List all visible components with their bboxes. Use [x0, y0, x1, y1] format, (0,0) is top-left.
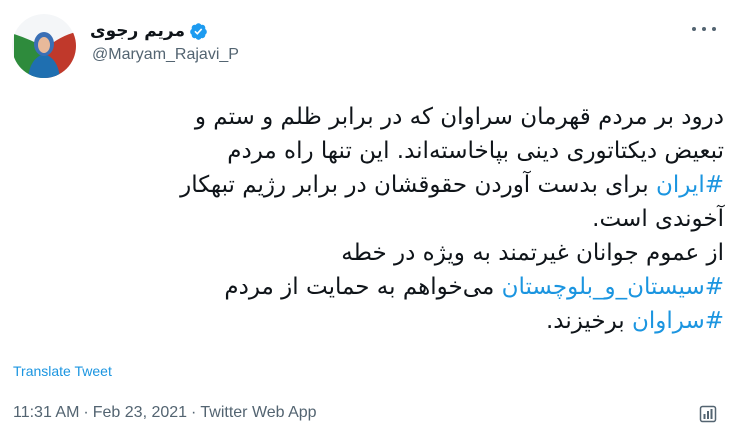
tweet-text-segment: تبعیض دیکتاتوری دینی بپاخاسته‌اند. این ت… [227, 138, 724, 164]
display-name[interactable]: مریم رجوی [90, 21, 185, 41]
hashtag-link[interactable]: #سیستان_و_بلوچستان [502, 274, 724, 300]
user-handle[interactable]: @Maryam_Rajavi_P [92, 46, 239, 64]
tweet-text-segment: درود بر مردم قهرمان سراوان که در برابر ظ… [194, 104, 724, 130]
tweet-line: #سراوان برخیزند. [24, 304, 724, 338]
avatar[interactable] [12, 14, 76, 78]
tweet-line: آخوندی است. [24, 202, 724, 236]
tweet-meta: 11:31 AM · Feb 23, 2021 · Twitter Web Ap… [13, 404, 317, 422]
meta-separator: · [191, 404, 197, 421]
hashtag-link[interactable]: #ایران [656, 172, 724, 198]
verified-badge-icon [189, 22, 208, 41]
tweet-text-segment: برای بدست آوردن حقوقشان در برابر رژیم تب… [180, 172, 656, 198]
tweet-date[interactable]: Feb 23, 2021 [93, 404, 187, 422]
tweet-text-segment: آخوندی است. [592, 206, 724, 232]
display-name-row[interactable]: مریم رجوی [90, 18, 208, 44]
tweet-text-segment: برخیزند. [545, 308, 632, 334]
tweet-source[interactable]: Twitter Web App [200, 404, 316, 422]
tweet-line: #ایران برای بدست آوردن حقوقشان در برابر … [24, 168, 724, 202]
tweet-analytics-icon[interactable] [698, 404, 718, 424]
tweet-line: درود بر مردم قهرمان سراوان که در برابر ظ… [24, 100, 724, 134]
more-options-icon[interactable] [692, 20, 716, 38]
tweet-line: #سیستان_و_بلوچستان می‌خواهم به حمایت از … [24, 270, 724, 304]
tweet-text: درود بر مردم قهرمان سراوان که در برابر ظ… [24, 100, 724, 338]
tweet-text-segment: از عموم جوانان غیرتمند به ویژه در خطه [341, 240, 724, 266]
translate-tweet-link[interactable]: Translate Tweet [13, 363, 112, 379]
tweet-time[interactable]: 11:31 AM [13, 404, 79, 422]
meta-separator: · [83, 404, 89, 421]
tweet-line: تبعیض دیکتاتوری دینی بپاخاسته‌اند. این ت… [24, 134, 724, 168]
tweet-card: مریم رجوی @Maryam_Rajavi_P درود بر مردم … [0, 0, 738, 440]
tweet-text-segment: می‌خواهم به حمایت از مردم [224, 274, 502, 300]
hashtag-link[interactable]: #سراوان [632, 308, 724, 334]
tweet-line: از عموم جوانان غیرتمند به ویژه در خطه [24, 236, 724, 270]
